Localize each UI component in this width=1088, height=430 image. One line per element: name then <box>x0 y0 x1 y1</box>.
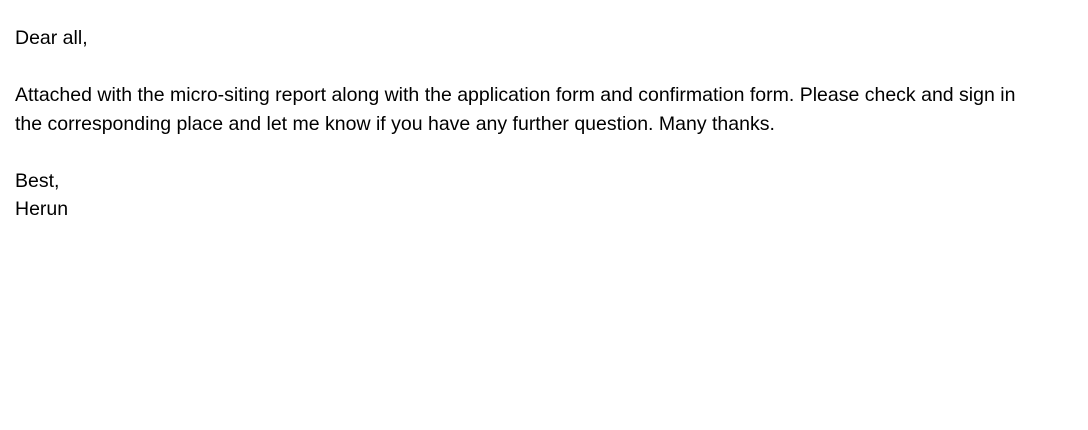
closing-text: Best, <box>15 169 60 192</box>
message-line-1: Attached with the micro-siting report al… <box>15 84 1016 106</box>
message-paragraph: Attached with the micro-siting report al… <box>15 81 1081 138</box>
message-line-2: the corresponding place and let me know … <box>15 112 775 135</box>
greeting-text: Dear all, <box>15 27 88 49</box>
signature-name: Herun <box>15 198 69 220</box>
email-body: Dear all, Attached with the micro-siting… <box>15 24 1081 224</box>
